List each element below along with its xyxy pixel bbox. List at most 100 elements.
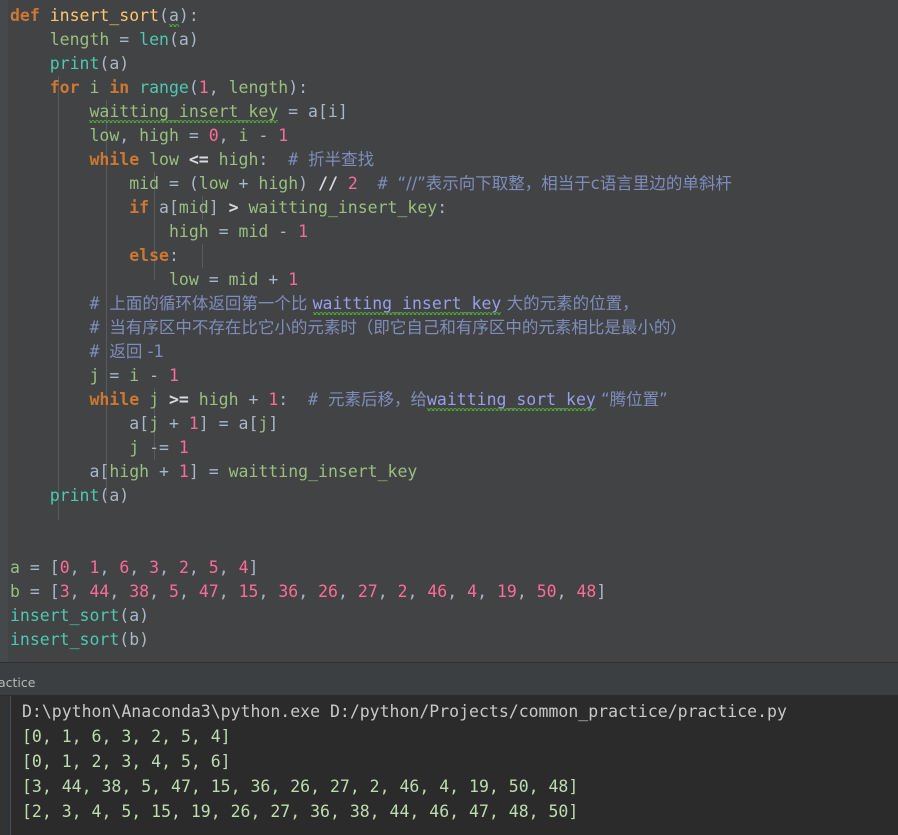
code-token: while [89,150,150,169]
code-token: j [129,438,140,457]
code-token: 4 [238,558,249,577]
code-token: # [377,174,398,193]
code-editor-pane[interactable]: def insert_sort(a): length = len(a) prin… [0,0,898,662]
code-line[interactable]: waitting_insert_key = a[i] [0,100,898,124]
code-token: 4 [467,582,478,601]
pane-splitter[interactable] [0,662,898,671]
code-line[interactable]: low = mid + 1 [0,268,898,292]
code-token: 1 [188,414,199,433]
code-token: , [447,582,468,601]
code-line[interactable]: b = [3, 44, 38, 5, 47, 15, 36, 26, 27, 2… [0,580,898,604]
code-token: - [248,126,279,145]
code-token: 折半查找 [308,150,375,169]
code-line[interactable]: # 返回 -1 [0,340,898,364]
code-line[interactable]: mid = (low + high) // 2 # “//”表示向下取整，相当于… [0,172,898,196]
code-token: 5 [208,558,219,577]
code-token: a [168,4,179,28]
code-line[interactable] [0,532,898,556]
code-token: + [159,414,189,433]
code-line[interactable]: j = i - 1 [0,364,898,388]
code-token: 1 [168,366,179,385]
code-line[interactable]: a[high + 1] = waitting_insert_key [0,460,898,484]
code-token: > [228,198,239,217]
console-tab-practice[interactable]: actice [0,671,41,695]
code-token: 26 [318,582,338,601]
code-token: insert_sort [49,6,160,25]
code-line[interactable]: else: [0,244,898,268]
code-token: : [437,198,448,217]
console-output-line: [0, 1, 2, 3, 4, 5, 6] [22,752,231,771]
code-line[interactable]: print(a) [0,52,898,76]
code-token: ] [268,414,279,433]
code-token: mid [129,174,160,193]
code-line[interactable]: if a[mid] > waitting_insert_key: [0,196,898,220]
code-token: , [109,582,130,601]
code-token: a[ [159,198,179,217]
code-line[interactable]: insert_sort(a) [0,604,898,628]
code-token: , [99,558,120,577]
code-token: , [218,126,239,145]
code-token: in [109,78,140,97]
code-token: mid [228,270,259,289]
code-token: + [228,174,259,193]
code-token: insert_sort [10,606,120,625]
code-line[interactable] [0,508,898,532]
code-line[interactable]: a = [0, 1, 6, 3, 2, 5, 4] [0,556,898,580]
code-token: j [149,390,160,409]
code-line[interactable]: a[j + 1] = a[j] [0,412,898,436]
code-token: 48 [576,582,597,601]
code-token: j [258,414,269,433]
code-token: ] = [188,462,229,481]
code-line[interactable]: while low <= high: # 折半查找 [0,148,898,172]
code-line[interactable]: insert_sort(b) [0,628,898,652]
code-line[interactable]: length = len(a) [0,28,898,52]
code-line[interactable]: print(a) [0,484,898,508]
code-line[interactable]: def insert_sort(a): [0,4,898,28]
code-token: = ( [159,174,199,193]
code-line[interactable]: while j >= high + 1: # 元素后移，给waitting_so… [0,388,898,412]
code-token: # [288,150,309,169]
code-line[interactable]: # 当有序区中不存在比它小的元素时（即它自己和有序区中的元素相比是最小的） [0,316,898,340]
code-token: print [49,54,100,73]
code-token: = [198,270,229,289]
code-line[interactable]: j -= 1 [0,436,898,460]
code-line[interactable]: for i in range(1, length): [0,76,898,100]
code-token: 0 [59,558,70,577]
code-token: 1 [288,270,299,289]
code-token: = [178,126,209,145]
code-token: 46 [427,582,448,601]
code-token: + [258,270,289,289]
code-line[interactable]: high = mid - 1 [0,220,898,244]
code-token: ] = a[ [198,414,259,433]
console-output-line: [3, 44, 38, 5, 47, 15, 36, 26, 27, 2, 46… [22,777,579,796]
code-token: = [ [19,582,60,601]
code-token: 2 [178,558,189,577]
code-token: length [228,78,289,97]
code-line[interactable]: # 上面的循环体返回第一个比 waitting_insert_key 大的元素的… [0,292,898,316]
code-token: = [99,366,130,385]
code-token: 2 [347,174,358,193]
editor-code-area[interactable]: def insert_sort(a): length = len(a) prin… [0,0,898,662]
code-token: 38 [129,582,150,601]
code-line[interactable]: low, high = 0, i - 1 [0,124,898,148]
code-token: , [516,582,537,601]
console-output-lines: D:\python\Anaconda3\python.exe D:/python… [0,696,898,835]
console-output-body[interactable]: D:\python\Anaconda3\python.exe D:/python… [0,696,898,835]
code-token: ): [288,78,309,97]
code-token: waitting_insert_key [248,198,438,217]
ide-window: def insert_sort(a): length = len(a) prin… [0,0,898,835]
code-token: a[ [129,414,150,433]
